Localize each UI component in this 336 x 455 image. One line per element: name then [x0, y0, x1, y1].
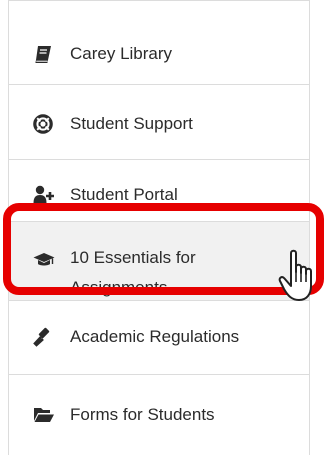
menu-item-label: Forms for Students: [70, 405, 215, 424]
menu-item-label: Carey Library: [70, 44, 173, 63]
menu-item-label: Academic Regulations: [70, 327, 240, 346]
user-plus-icon: [33, 185, 55, 205]
menu-item-10-essentials[interactable]: 10 Essentials for Assignments: [9, 222, 309, 300]
menu-item-label: 10 Essentials for Assignments: [70, 248, 196, 297]
menu-item-carey-library[interactable]: Carey Library: [9, 0, 309, 85]
life-ring-icon: [33, 114, 55, 134]
gavel-icon: [33, 327, 55, 347]
menu-item-student-portal[interactable]: Student Portal: [9, 160, 309, 222]
menu-item-label: Student Portal: [70, 185, 178, 204]
graduation-cap-icon: [33, 251, 55, 271]
menu-item-academic-regulations[interactable]: Academic Regulations: [9, 300, 309, 375]
folder-open-icon: [33, 405, 55, 425]
menu-item-student-support[interactable]: Student Support: [9, 85, 309, 160]
menu-item-forms-for-students[interactable]: Forms for Students: [9, 375, 309, 455]
sidebar-menu: Carey Library Student Support Student Po…: [8, 0, 310, 455]
book-icon: [33, 44, 55, 64]
menu-item-label: Student Support: [70, 114, 193, 133]
